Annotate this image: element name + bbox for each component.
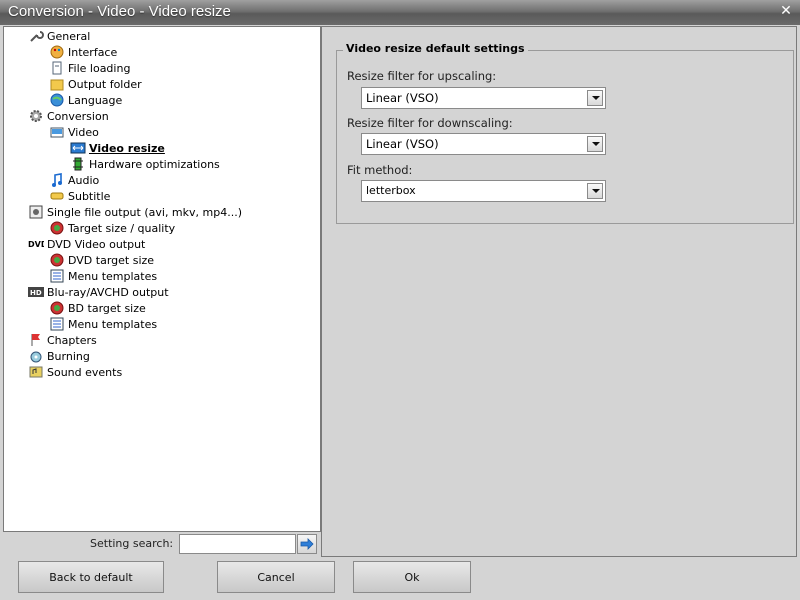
tree-item-label: Chapters: [47, 333, 97, 347]
tree-item-bd-target-size[interactable]: BD target size: [49, 300, 146, 316]
svg-text:DVD: DVD: [28, 240, 44, 249]
sound-icon: [28, 364, 44, 380]
tree-item-general[interactable]: General: [28, 28, 90, 44]
search-label: Setting search:: [90, 537, 174, 550]
tree-item-label: Language: [68, 93, 123, 107]
tree-item-file-loading[interactable]: File loading: [49, 60, 130, 76]
chip-icon: [70, 156, 86, 172]
tree-item-dvd-video-output[interactable]: DVDDVD Video output: [28, 236, 145, 252]
tree-item-label: Hardware optimizations: [89, 157, 220, 171]
tree-item-label: Blu-ray/AVCHD output: [47, 285, 169, 299]
ok-button[interactable]: Ok: [353, 561, 471, 593]
tree-item-video-resize[interactable]: Video resize: [70, 140, 165, 156]
window-title: Conversion - Video - Video resize: [8, 3, 231, 20]
tree-item-target-size-quality[interactable]: Target size / quality: [49, 220, 175, 236]
downscale-filter-select[interactable]: Linear (VSO): [361, 133, 606, 155]
tree-item-video[interactable]: Video: [49, 124, 99, 140]
tree-item-label: Video resize: [89, 141, 165, 155]
film-icon: [28, 204, 44, 220]
tree-item-subtitle[interactable]: Subtitle: [49, 188, 110, 204]
tree-item-conversion[interactable]: Conversion: [28, 108, 109, 124]
tree-item-label: Subtitle: [68, 189, 111, 203]
tree-item-label: File loading: [68, 61, 131, 75]
palette-icon: [49, 44, 65, 60]
tree-item-dvd-target-size[interactable]: DVD target size: [49, 252, 154, 268]
tree-item-audio[interactable]: Audio: [49, 172, 99, 188]
tree-item-label: Audio: [68, 173, 100, 187]
tree-item-label: Interface: [68, 45, 118, 59]
chevron-down-icon[interactable]: [587, 183, 603, 199]
chevron-down-icon[interactable]: [587, 136, 603, 152]
fit-method-select[interactable]: letterbox: [361, 180, 606, 202]
title-bar: Conversion - Video - Video resize ✕: [0, 0, 800, 25]
tree-item-burning[interactable]: Burning: [28, 348, 90, 364]
dvd-icon: DVD: [28, 236, 48, 252]
tree-item-label: Menu templates: [68, 317, 158, 331]
resize-icon: [70, 140, 86, 156]
tree-item-language[interactable]: Language: [49, 92, 122, 108]
downscale-filter-value: Linear (VSO): [366, 137, 439, 151]
file-icon: [49, 60, 65, 76]
wrench-icon: [28, 28, 44, 44]
tree-item-label: DVD Video output: [47, 237, 146, 251]
chevron-down-icon[interactable]: [587, 90, 603, 106]
tree-item-label: DVD target size: [68, 253, 155, 267]
hd-icon: HD: [28, 284, 44, 300]
tree-item-label: Single file output (avi, mkv, mp4...): [47, 205, 242, 219]
menu-icon: [49, 316, 65, 332]
tree-item-label: Video: [68, 125, 99, 139]
tree-item-sound-events[interactable]: Sound events: [28, 364, 122, 380]
group-title: Video resize default settings: [343, 42, 528, 55]
tree-item-label: Burning: [47, 349, 90, 363]
tree-item-label: Conversion: [47, 109, 109, 123]
upscale-filter-select[interactable]: Linear (VSO): [361, 87, 606, 109]
fit-method-label: Fit method:: [347, 163, 413, 177]
tree-item-label: General: [47, 29, 91, 43]
tree-item-hardware-optimizations[interactable]: Hardware optimizations: [70, 156, 220, 172]
close-icon[interactable]: ✕: [778, 3, 794, 19]
settings-tree[interactable]: General Interface File loading Output folde…: [3, 26, 321, 532]
target-icon: [49, 300, 65, 316]
target-icon: [49, 252, 65, 268]
tree-item-single-file-output-avi-mkv-mp4[interactable]: Single file output (avi, mkv, mp4...): [28, 204, 242, 220]
subtitle-icon: [49, 188, 65, 204]
folder-icon: [49, 76, 65, 92]
tree-item-interface[interactable]: Interface: [49, 44, 117, 60]
cancel-button[interactable]: Cancel: [217, 561, 335, 593]
tree-item-chapters[interactable]: Chapters: [28, 332, 97, 348]
upscale-filter-value: Linear (VSO): [366, 91, 439, 105]
tree-item-label: Output folder: [68, 77, 142, 91]
settings-panel: Video resize default settings Resize fil…: [321, 26, 797, 557]
gear-icon: [28, 108, 44, 124]
menu-icon: [49, 268, 65, 284]
tree-item-label: Target size / quality: [68, 221, 176, 235]
tree-item-label: BD target size: [68, 301, 146, 315]
arrow-right-icon: [300, 538, 314, 550]
fit-method-value: letterbox: [366, 184, 416, 197]
tree-item-menu-templates[interactable]: Menu templates: [49, 316, 157, 332]
back-to-default-button[interactable]: Back to default: [18, 561, 164, 593]
target-icon: [49, 220, 65, 236]
tree-item-menu-templates[interactable]: Menu templates: [49, 268, 157, 284]
video-icon: [49, 124, 65, 140]
downscale-label: Resize filter for downscaling:: [347, 116, 513, 130]
disc-burn-icon: [28, 348, 44, 364]
tree-item-blu-ray-avchd-output[interactable]: HD Blu-ray/AVCHD output: [28, 284, 169, 300]
svg-text:HD: HD: [30, 289, 42, 297]
setting-search-input[interactable]: [179, 534, 296, 554]
tree-item-label: Menu templates: [68, 269, 158, 283]
upscale-label: Resize filter for upscaling:: [347, 69, 497, 83]
flag-icon: [28, 332, 44, 348]
video-resize-group: Video resize default settings Resize fil…: [336, 42, 794, 224]
tree-item-label: Sound events: [47, 365, 123, 379]
tree-item-output-folder[interactable]: Output folder: [49, 76, 142, 92]
search-button[interactable]: [297, 534, 317, 554]
globe-icon: [49, 92, 65, 108]
music-note-icon: [49, 172, 65, 188]
